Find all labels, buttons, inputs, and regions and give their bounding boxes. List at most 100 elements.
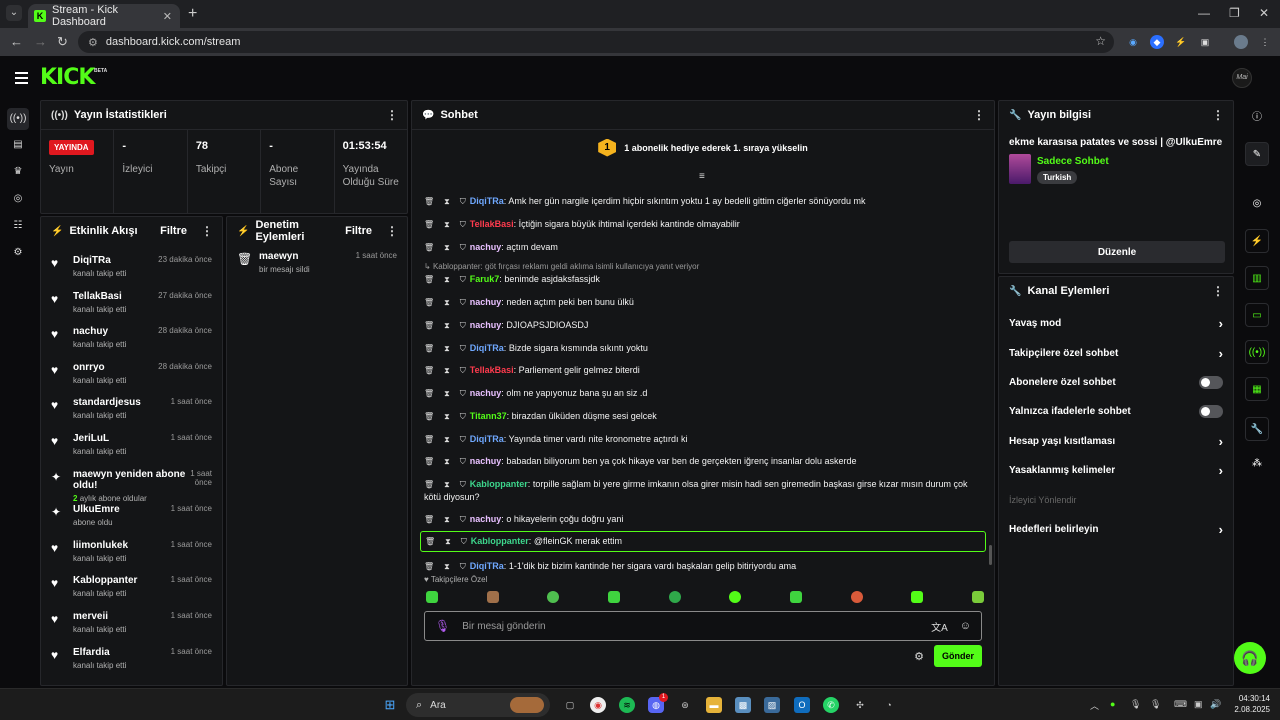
timeout-hourglass-icon[interactable]: ⧗ <box>444 515 450 524</box>
kick-logo[interactable]: KICK <box>40 65 95 90</box>
chat-scrollbar[interactable] <box>989 545 992 565</box>
site-info-icon[interactable]: ⚙ <box>88 36 98 49</box>
channel-action-item[interactable]: Takipçilere özel sohbet › <box>999 338 1233 367</box>
chat-message-highlighted[interactable]: 🗑 ⧗ ⛉ Kabloppanter: @fleinGK merak ettim <box>420 531 986 552</box>
chat-username[interactable]: Faruk7 <box>470 274 500 284</box>
chat-username[interactable]: Kabloppanter <box>471 536 529 546</box>
channel-action-item[interactable]: Hesap yaşı kısıtlaması › <box>999 427 1233 456</box>
outlook-icon[interactable]: O <box>794 697 810 713</box>
close-window-icon[interactable]: ✕ <box>1259 6 1269 20</box>
chat-username[interactable]: nachuy <box>470 514 502 524</box>
delete-message-icon[interactable]: 🗑 <box>424 480 434 489</box>
delete-message-icon[interactable]: 🗑 <box>424 344 434 353</box>
trophy-icon[interactable]: ♛ <box>7 161 29 183</box>
delete-message-icon[interactable]: 🗑 <box>424 412 434 421</box>
settings-gear-icon[interactable]: ⚙ <box>7 242 29 264</box>
tray-mic-icon[interactable]: 🎙 <box>1130 699 1141 710</box>
maximize-icon[interactable]: ❐ <box>1229 6 1240 20</box>
pencil-icon[interactable]: ✎ <box>1245 142 1269 166</box>
add-widget-icon[interactable]: ⁂ <box>1245 452 1269 476</box>
pinned-banner[interactable]: 1 1 abonelik hediye ederek 1. sıraya yük… <box>412 129 994 165</box>
info-icon[interactable]: ⓘ <box>1245 106 1269 130</box>
url-field[interactable]: ⚙ dashboard.kick.com/stream ☆ <box>78 31 1114 53</box>
more-options-icon[interactable]: ⋮ <box>386 108 398 122</box>
chat-message[interactable]: 🗑 ⧗ ⛉ Kabloppanter: torpille sağlam bi yere… <box>424 478 984 504</box>
timeout-hourglass-icon[interactable]: ⧗ <box>444 366 450 375</box>
chat-username[interactable]: nachuy <box>470 388 502 398</box>
timeout-hourglass-icon[interactable]: ⧗ <box>444 298 450 307</box>
chat-message-input[interactable] <box>462 620 932 632</box>
delete-message-icon[interactable]: 🗑 <box>424 243 434 252</box>
emote-icon[interactable] <box>426 591 438 603</box>
timeout-hourglass-icon[interactable]: ⧗ <box>444 275 450 284</box>
bookmark-star-icon[interactable]: ☆ <box>1095 34 1106 48</box>
timeout-hourglass-icon[interactable]: ⧗ <box>444 344 450 353</box>
emote-icon[interactable] <box>668 591 681 603</box>
back-arrow-icon[interactable]: ← <box>10 34 23 49</box>
tab-close-icon[interactable]: ✕ <box>163 10 172 23</box>
more-options-icon[interactable]: ⋮ <box>1212 108 1224 122</box>
whatsapp-icon[interactable]: ✆ <box>823 697 839 713</box>
tab-search-button[interactable]: ⌄ <box>6 5 22 21</box>
chat-username[interactable]: Kabloppanter <box>470 479 528 489</box>
timeout-hourglass-icon[interactable]: ⧗ <box>444 220 450 229</box>
chat-message[interactable]: 🗑 ⧗ ⛉ Titann37: birazdan ülküden düşme sesi… <box>424 410 984 423</box>
emote-icon[interactable] <box>911 591 924 603</box>
emoji-picker-icon[interactable]: ☺ <box>960 620 971 632</box>
chat-settings-gear-icon[interactable]: ⚙ <box>914 650 924 663</box>
timeout-hourglass-icon[interactable]: ⧗ <box>444 562 450 571</box>
translate-icon[interactable]: 文A <box>931 619 948 634</box>
send-button[interactable]: Gönder <box>933 645 982 667</box>
chat-username[interactable]: nachuy <box>470 297 502 307</box>
chat-username[interactable]: TellakBasi <box>470 219 514 229</box>
photos-icon[interactable]: ▩ <box>735 697 751 713</box>
steam-icon[interactable]: ⊛ <box>677 697 693 713</box>
delete-message-icon[interactable]: 🗑 <box>424 435 434 444</box>
chat-message[interactable]: 🗑 ⧗ ⛉ nachuy: o hikayelerin çoğu doğru yani <box>424 513 984 526</box>
chat-message[interactable]: 🗑 ⧗ ⛉ nachuy: DJIOAPSJDIOASDJ <box>424 319 984 332</box>
chat-username[interactable]: DiqiTRa <box>470 343 504 353</box>
category-name[interactable]: Sadece Sohbet <box>1037 156 1109 167</box>
more-options-icon[interactable]: ⋮ <box>201 224 213 238</box>
new-tab-button[interactable]: + <box>188 5 197 23</box>
reload-icon[interactable]: ↻ <box>57 34 68 50</box>
chat-message[interactable]: 🗑 ⧗ ⛉ TellakBasi: Parliement gelir gelmez b… <box>424 364 984 377</box>
extensions-puzzle-icon[interactable]: ▣ <box>1198 35 1212 49</box>
emote-icon[interactable] <box>789 591 802 603</box>
forward-arrow-icon[interactable]: → <box>34 34 47 49</box>
delete-message-icon[interactable]: 🗑 <box>424 197 434 206</box>
browser-tab[interactable]: K Stream - Kick Dashboard ✕ <box>28 4 180 28</box>
chat-message[interactable]: 🗑 ⧗ ⛉ DiqiTRa: Amk her gün nargile içerdim … <box>424 195 984 208</box>
file-explorer-icon[interactable]: ▬ <box>706 697 722 713</box>
taskbar-clock[interactable]: 04:30:14 2.08.2025 <box>1226 693 1270 715</box>
timeout-hourglass-icon[interactable]: ⧗ <box>444 457 450 466</box>
emote-icon[interactable] <box>607 591 620 603</box>
timeout-hourglass-icon[interactable]: ⧗ <box>444 389 450 398</box>
chat-username[interactable]: DiqiTRa <box>470 196 504 206</box>
toggle-switch[interactable] <box>1199 405 1223 419</box>
profile-avatar[interactable] <box>1234 35 1248 49</box>
chat-message[interactable]: 🗑 ⧗ ⛉ Faruk7: benimde asjdaksfassjdk <box>424 273 984 286</box>
delete-message-icon[interactable]: 🗑 <box>424 275 434 284</box>
chat-username[interactable]: nachuy <box>470 242 502 252</box>
chat-username[interactable]: Titann37 <box>470 411 507 421</box>
timeout-hourglass-icon[interactable]: ⧗ <box>444 480 450 489</box>
chat-username[interactable]: nachuy <box>470 456 502 466</box>
timeout-hourglass-icon[interactable]: ⧗ <box>444 243 450 252</box>
activity-filter-button[interactable]: Filtre <box>160 225 187 237</box>
timeout-hourglass-icon[interactable]: ⧗ <box>444 412 450 421</box>
chrome-icon[interactable]: ◉ <box>590 697 606 713</box>
chat-message[interactable]: 🗑 ⧗ ⛉ nachuy: olm ne yapıyonuz bana şu an s… <box>424 387 984 400</box>
chat-message[interactable]: 🗑 ⧗ ⛉ DiqiTRa: Yayında timer vardı nite kro… <box>424 433 984 446</box>
taskbar-search[interactable]: ⌕ Ara <box>406 693 550 717</box>
bolt-icon[interactable]: ⚡ <box>1245 229 1269 253</box>
extension-bolt-icon[interactable]: ⚡ <box>1174 35 1188 49</box>
volume-icon[interactable]: 🔊 <box>1210 699 1221 710</box>
delete-message-icon[interactable]: 🗑 <box>424 220 434 229</box>
chat-message[interactable]: 🗑 ⧗ ⛉ nachuy: neden açtım peki ben bunu ülk… <box>424 296 984 309</box>
emote-icon[interactable] <box>971 591 984 603</box>
channel-action-item[interactable]: Yasaklanmış kelimeler › <box>999 456 1233 485</box>
moderation-filter-button[interactable]: Filtre <box>345 225 372 237</box>
more-options-icon[interactable]: ⋮ <box>973 108 985 122</box>
chat-username[interactable]: TellakBasi <box>470 365 514 375</box>
